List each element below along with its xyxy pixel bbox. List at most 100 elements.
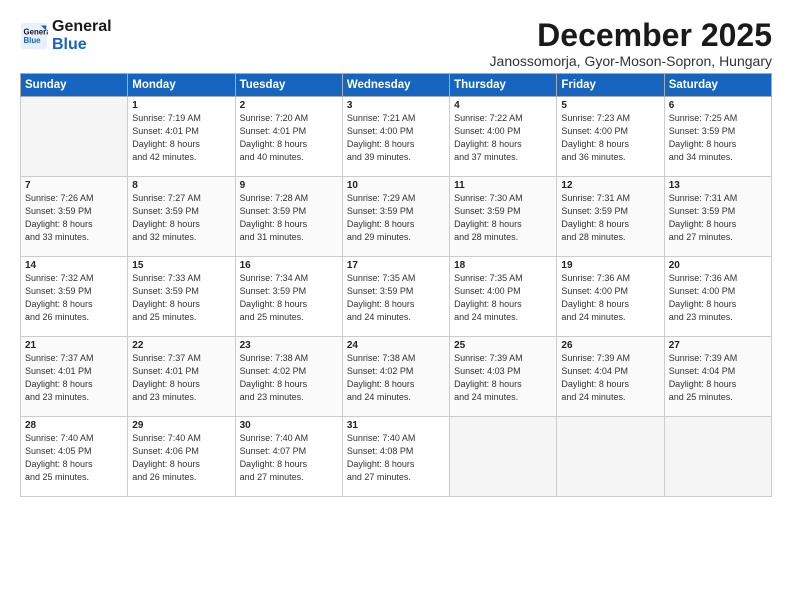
calendar-cell: 1Sunrise: 7:19 AM Sunset: 4:01 PM Daylig… xyxy=(128,97,235,177)
weekday-header: Thursday xyxy=(450,74,557,97)
day-info: Sunrise: 7:23 AM Sunset: 4:00 PM Dayligh… xyxy=(561,112,659,164)
day-number: 22 xyxy=(132,340,230,351)
day-number: 3 xyxy=(347,100,445,111)
calendar-cell: 12Sunrise: 7:31 AM Sunset: 3:59 PM Dayli… xyxy=(557,177,664,257)
day-number: 14 xyxy=(25,260,123,271)
calendar-cell: 5Sunrise: 7:23 AM Sunset: 4:00 PM Daylig… xyxy=(557,97,664,177)
week-row: 28Sunrise: 7:40 AM Sunset: 4:05 PM Dayli… xyxy=(21,417,772,497)
weekday-header: Tuesday xyxy=(235,74,342,97)
title-block: December 2025 Janossomorja, Gyor-Moson-S… xyxy=(490,18,772,69)
day-info: Sunrise: 7:38 AM Sunset: 4:02 PM Dayligh… xyxy=(347,352,445,404)
day-number: 7 xyxy=(25,180,123,191)
day-info: Sunrise: 7:35 AM Sunset: 4:00 PM Dayligh… xyxy=(454,272,552,324)
svg-text:Blue: Blue xyxy=(24,36,42,45)
calendar-cell: 18Sunrise: 7:35 AM Sunset: 4:00 PM Dayli… xyxy=(450,257,557,337)
day-number: 11 xyxy=(454,180,552,191)
day-info: Sunrise: 7:36 AM Sunset: 4:00 PM Dayligh… xyxy=(561,272,659,324)
weekday-header: Sunday xyxy=(21,74,128,97)
day-number: 16 xyxy=(240,260,338,271)
day-number: 30 xyxy=(240,420,338,431)
week-row: 1Sunrise: 7:19 AM Sunset: 4:01 PM Daylig… xyxy=(21,97,772,177)
calendar-cell: 26Sunrise: 7:39 AM Sunset: 4:04 PM Dayli… xyxy=(557,337,664,417)
day-info: Sunrise: 7:37 AM Sunset: 4:01 PM Dayligh… xyxy=(132,352,230,404)
day-info: Sunrise: 7:34 AM Sunset: 3:59 PM Dayligh… xyxy=(240,272,338,324)
header: General Blue General Blue December 2025 … xyxy=(20,18,772,69)
day-info: Sunrise: 7:31 AM Sunset: 3:59 PM Dayligh… xyxy=(669,192,767,244)
calendar-table: SundayMondayTuesdayWednesdayThursdayFrid… xyxy=(20,73,772,497)
day-info: Sunrise: 7:31 AM Sunset: 3:59 PM Dayligh… xyxy=(561,192,659,244)
logo: General Blue General Blue xyxy=(20,18,112,53)
day-number: 23 xyxy=(240,340,338,351)
calendar-cell: 25Sunrise: 7:39 AM Sunset: 4:03 PM Dayli… xyxy=(450,337,557,417)
day-number: 31 xyxy=(347,420,445,431)
day-info: Sunrise: 7:40 AM Sunset: 4:05 PM Dayligh… xyxy=(25,432,123,484)
day-info: Sunrise: 7:21 AM Sunset: 4:00 PM Dayligh… xyxy=(347,112,445,164)
day-number: 29 xyxy=(132,420,230,431)
page: General Blue General Blue December 2025 … xyxy=(0,0,792,612)
calendar-cell: 29Sunrise: 7:40 AM Sunset: 4:06 PM Dayli… xyxy=(128,417,235,497)
day-number: 26 xyxy=(561,340,659,351)
calendar-cell xyxy=(664,417,771,497)
calendar-cell xyxy=(557,417,664,497)
day-number: 15 xyxy=(132,260,230,271)
header-row: SundayMondayTuesdayWednesdayThursdayFrid… xyxy=(21,74,772,97)
calendar-cell: 4Sunrise: 7:22 AM Sunset: 4:00 PM Daylig… xyxy=(450,97,557,177)
day-info: Sunrise: 7:22 AM Sunset: 4:00 PM Dayligh… xyxy=(454,112,552,164)
day-info: Sunrise: 7:37 AM Sunset: 4:01 PM Dayligh… xyxy=(25,352,123,404)
weekday-header: Monday xyxy=(128,74,235,97)
day-info: Sunrise: 7:30 AM Sunset: 3:59 PM Dayligh… xyxy=(454,192,552,244)
day-number: 2 xyxy=(240,100,338,111)
weekday-header: Wednesday xyxy=(342,74,449,97)
calendar-cell: 14Sunrise: 7:32 AM Sunset: 3:59 PM Dayli… xyxy=(21,257,128,337)
calendar-cell: 3Sunrise: 7:21 AM Sunset: 4:00 PM Daylig… xyxy=(342,97,449,177)
day-number: 19 xyxy=(561,260,659,271)
calendar-cell xyxy=(21,97,128,177)
calendar-cell: 27Sunrise: 7:39 AM Sunset: 4:04 PM Dayli… xyxy=(664,337,771,417)
calendar-cell: 7Sunrise: 7:26 AM Sunset: 3:59 PM Daylig… xyxy=(21,177,128,257)
weekday-header: Saturday xyxy=(664,74,771,97)
calendar-cell: 20Sunrise: 7:36 AM Sunset: 4:00 PM Dayli… xyxy=(664,257,771,337)
day-info: Sunrise: 7:33 AM Sunset: 3:59 PM Dayligh… xyxy=(132,272,230,324)
calendar-cell: 16Sunrise: 7:34 AM Sunset: 3:59 PM Dayli… xyxy=(235,257,342,337)
calendar-cell: 6Sunrise: 7:25 AM Sunset: 3:59 PM Daylig… xyxy=(664,97,771,177)
weekday-header: Friday xyxy=(557,74,664,97)
day-info: Sunrise: 7:40 AM Sunset: 4:08 PM Dayligh… xyxy=(347,432,445,484)
day-number: 28 xyxy=(25,420,123,431)
day-info: Sunrise: 7:19 AM Sunset: 4:01 PM Dayligh… xyxy=(132,112,230,164)
day-number: 17 xyxy=(347,260,445,271)
day-number: 6 xyxy=(669,100,767,111)
day-info: Sunrise: 7:39 AM Sunset: 4:04 PM Dayligh… xyxy=(561,352,659,404)
calendar-cell: 8Sunrise: 7:27 AM Sunset: 3:59 PM Daylig… xyxy=(128,177,235,257)
day-number: 27 xyxy=(669,340,767,351)
day-number: 25 xyxy=(454,340,552,351)
day-info: Sunrise: 7:27 AM Sunset: 3:59 PM Dayligh… xyxy=(132,192,230,244)
calendar-cell: 11Sunrise: 7:30 AM Sunset: 3:59 PM Dayli… xyxy=(450,177,557,257)
week-row: 14Sunrise: 7:32 AM Sunset: 3:59 PM Dayli… xyxy=(21,257,772,337)
day-info: Sunrise: 7:39 AM Sunset: 4:03 PM Dayligh… xyxy=(454,352,552,404)
calendar-cell: 15Sunrise: 7:33 AM Sunset: 3:59 PM Dayli… xyxy=(128,257,235,337)
day-number: 8 xyxy=(132,180,230,191)
calendar-cell: 13Sunrise: 7:31 AM Sunset: 3:59 PM Dayli… xyxy=(664,177,771,257)
day-info: Sunrise: 7:26 AM Sunset: 3:59 PM Dayligh… xyxy=(25,192,123,244)
calendar-cell: 24Sunrise: 7:38 AM Sunset: 4:02 PM Dayli… xyxy=(342,337,449,417)
calendar-cell: 2Sunrise: 7:20 AM Sunset: 4:01 PM Daylig… xyxy=(235,97,342,177)
day-info: Sunrise: 7:20 AM Sunset: 4:01 PM Dayligh… xyxy=(240,112,338,164)
logo-text: General Blue xyxy=(52,18,112,53)
day-number: 20 xyxy=(669,260,767,271)
day-number: 1 xyxy=(132,100,230,111)
logo-icon: General Blue xyxy=(20,22,48,50)
week-row: 21Sunrise: 7:37 AM Sunset: 4:01 PM Dayli… xyxy=(21,337,772,417)
day-info: Sunrise: 7:40 AM Sunset: 4:07 PM Dayligh… xyxy=(240,432,338,484)
calendar-cell: 31Sunrise: 7:40 AM Sunset: 4:08 PM Dayli… xyxy=(342,417,449,497)
day-number: 24 xyxy=(347,340,445,351)
day-number: 12 xyxy=(561,180,659,191)
calendar-cell: 19Sunrise: 7:36 AM Sunset: 4:00 PM Dayli… xyxy=(557,257,664,337)
calendar-cell: 23Sunrise: 7:38 AM Sunset: 4:02 PM Dayli… xyxy=(235,337,342,417)
calendar-cell: 17Sunrise: 7:35 AM Sunset: 3:59 PM Dayli… xyxy=(342,257,449,337)
day-info: Sunrise: 7:28 AM Sunset: 3:59 PM Dayligh… xyxy=(240,192,338,244)
day-info: Sunrise: 7:40 AM Sunset: 4:06 PM Dayligh… xyxy=(132,432,230,484)
calendar-cell: 10Sunrise: 7:29 AM Sunset: 3:59 PM Dayli… xyxy=(342,177,449,257)
day-info: Sunrise: 7:35 AM Sunset: 3:59 PM Dayligh… xyxy=(347,272,445,324)
day-number: 5 xyxy=(561,100,659,111)
calendar-cell xyxy=(450,417,557,497)
